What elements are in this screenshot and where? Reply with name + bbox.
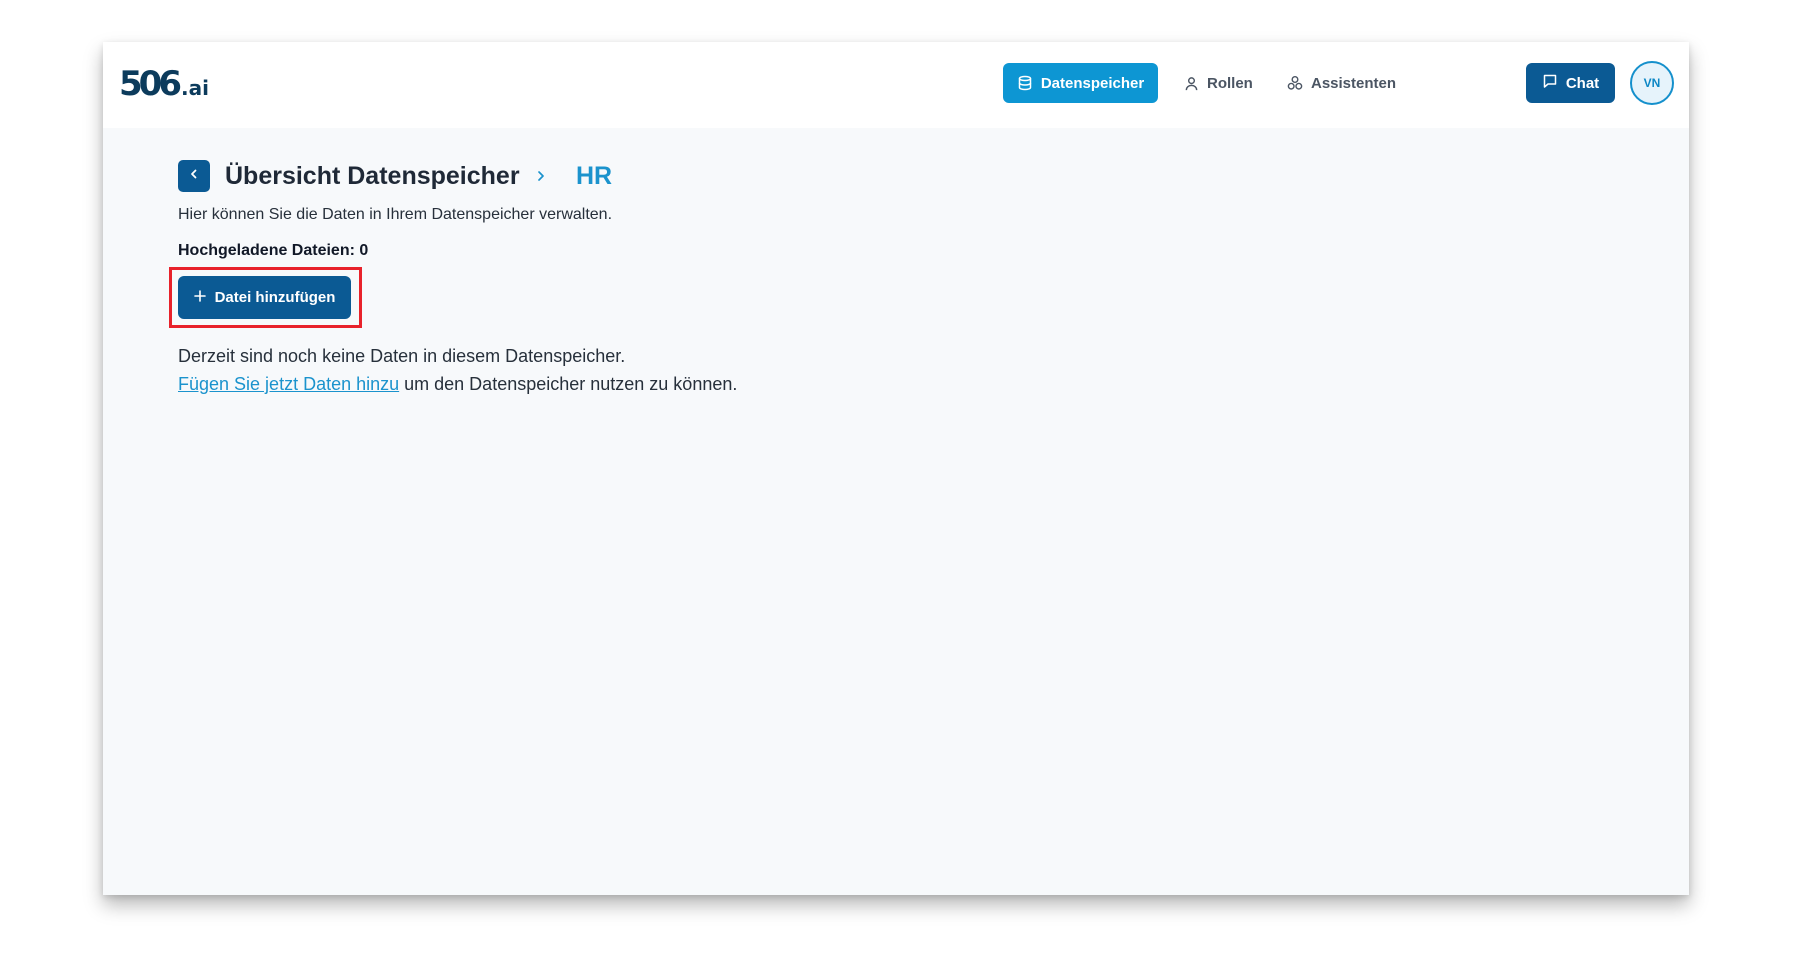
nav-item-assistenten[interactable]: Assistenten [1271,63,1412,103]
empty-state-suffix: um den Datenspeicher nutzen zu können. [399,374,738,394]
page-subtitle: Hier können Sie die Daten in Ihrem Daten… [178,206,613,223]
nav-item-label: Rollen [1207,74,1253,92]
nav-item-label: Assistenten [1311,74,1397,92]
plus-icon [193,289,206,306]
database-icon [1017,75,1033,91]
chevron-right-icon [536,168,546,184]
user-avatar[interactable]: VN [1630,61,1674,105]
add-file-button[interactable]: Datei hinzufügen [178,276,351,319]
top-navigation-bar: 506 .ai Datenspeicher Rollen Assistenten… [103,42,1689,128]
nav-item-datenspeicher[interactable]: Datenspeicher [1003,63,1158,103]
chat-icon [1542,73,1558,93]
nav-item-label: Datenspeicher [1040,74,1145,92]
empty-state-cta: Fügen Sie jetzt Daten hinzu um den Daten… [178,374,737,395]
chat-button-label: Chat [1565,74,1600,92]
add-file-button-label: Datei hinzufügen [214,289,336,306]
breadcrumb-current: HR [576,162,613,190]
logo-suffix-text: .ai [180,76,209,100]
back-button[interactable] [178,160,210,192]
page-title: Übersicht Datenspeicher [225,162,520,190]
logo[interactable]: 506 .ai [119,64,209,104]
app-window: 506 .ai Datenspeicher Rollen Assistenten… [103,42,1689,895]
assistants-icon [1287,75,1303,91]
chat-button[interactable]: Chat [1526,63,1615,103]
add-data-link[interactable]: Fügen Sie jetzt Daten hinzu [178,374,399,394]
empty-state-text: Derzeit sind noch keine Daten in diesem … [178,346,626,366]
nav-item-rollen[interactable]: Rollen [1168,63,1269,103]
chevron-left-icon [188,167,200,185]
uploaded-files-count: Hochgeladene Dateien: 0 [178,242,369,259]
user-icon [1184,76,1199,91]
logo-main-text: 506 [119,64,182,104]
